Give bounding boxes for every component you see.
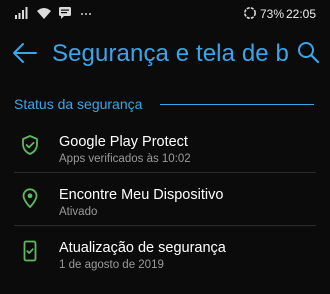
back-arrow-icon[interactable] [12, 42, 38, 64]
item-title: Google Play Protect [59, 134, 188, 150]
message-icon [59, 7, 71, 19]
item-subtitle: Ativado [59, 206, 98, 218]
battery-percent: 73% [260, 7, 285, 21]
shield-check-icon [22, 135, 38, 155]
item-title: Encontre Meu Dispositivo [59, 187, 224, 203]
section-title: Status da segurança [14, 96, 143, 112]
list-item-find-my-device[interactable]: Encontre Meu Dispositivo Ativado [0, 173, 330, 225]
section-divider [160, 104, 314, 105]
toolbar: Segurança e tela de blo... [0, 28, 330, 82]
battery-saver-icon [244, 7, 256, 19]
item-title: Atualização de segurança [59, 240, 226, 256]
item-subtitle: Apps verificados às 10:02 [59, 153, 191, 165]
phone-update-icon [23, 240, 37, 262]
list-item-security-update[interactable]: Atualização de segurança 1 de agosto de … [0, 226, 330, 278]
item-subtitle: 1 de agosto de 2019 [59, 259, 164, 271]
signal-icon [15, 7, 28, 19]
page-title: Segurança e tela de blo... [52, 40, 288, 67]
list-item-google-play-protect[interactable]: Google Play Protect Apps verificados às … [0, 120, 330, 172]
wifi-icon [37, 8, 51, 19]
status-bar: 73% 22:05 [0, 0, 330, 28]
more-notifications-icon [81, 13, 91, 15]
search-icon[interactable] [296, 40, 320, 64]
section-header: Status da segurança [0, 92, 330, 116]
location-pin-icon [22, 188, 38, 208]
security-status-list: Google Play Protect Apps verificados às … [0, 120, 330, 278]
clock: 22:05 [286, 7, 317, 21]
